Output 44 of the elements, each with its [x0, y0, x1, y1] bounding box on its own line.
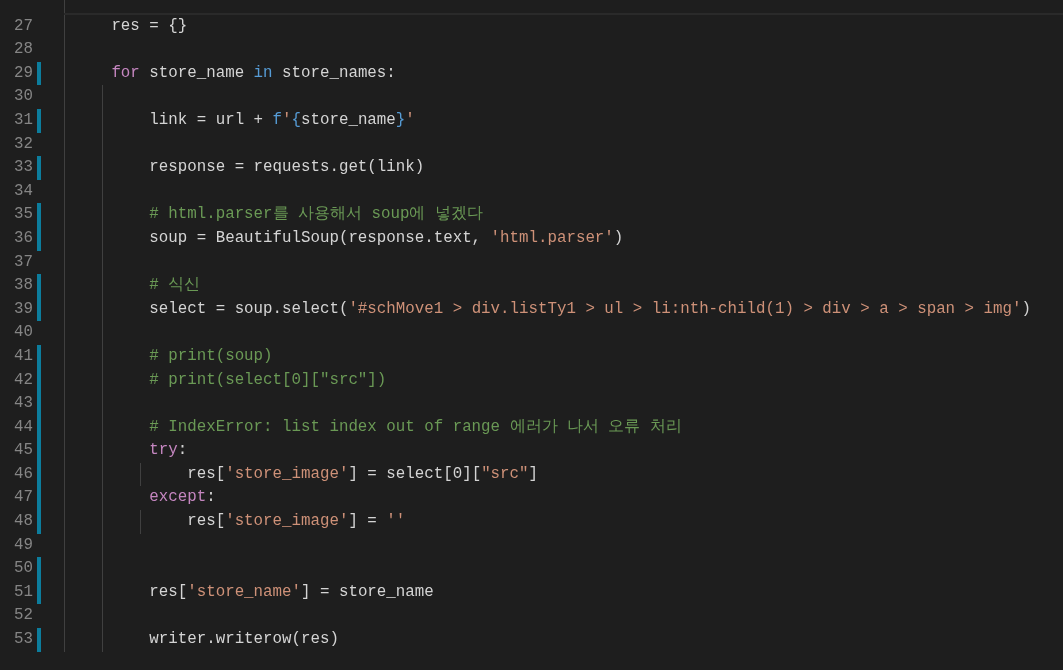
line-number: 47 [14, 488, 33, 507]
line-number: 39 [14, 299, 33, 318]
line-number: 51 [14, 582, 33, 601]
code-line: # print(select[0]["src"]) [149, 370, 387, 389]
line-number: 29 [14, 63, 33, 82]
line-number: 27 [14, 16, 33, 35]
code-line: except: [149, 488, 216, 507]
line-number: 44 [14, 417, 33, 436]
line-number: 31 [14, 110, 33, 129]
code-line: link = url + f'{store_name}' [149, 110, 415, 129]
code-line: select = soup.select('#schMove1 > div.listTy1 > ul > li:nth-child(1) > div > a > span > img') [149, 299, 1031, 318]
code-line: # IndexError: list index out of range 에러가 나서 오류 처리 [149, 417, 682, 436]
line-number: 53 [14, 630, 33, 649]
code-line: res['store_name'] = store_name [149, 582, 434, 601]
line-number: 33 [14, 158, 33, 177]
line-number: 30 [14, 87, 33, 106]
line-number: 35 [14, 205, 33, 224]
line-number: 43 [14, 394, 33, 413]
code-line: res = {} [111, 16, 188, 35]
line-number: 49 [14, 535, 33, 554]
code-line: for store_name in store_names: [111, 63, 396, 82]
code-line: writer.writerow(res) [149, 630, 339, 649]
code-line: # 식신 [149, 276, 201, 295]
line-number: 42 [14, 370, 33, 389]
line-number: 48 [14, 512, 33, 531]
line-number: 52 [14, 606, 33, 625]
line-number: 40 [14, 323, 33, 342]
line-number: 34 [14, 181, 33, 200]
code-line: # print(soup) [149, 346, 273, 365]
code-line: response = requests.get(link) [149, 158, 425, 177]
line-number: 32 [14, 134, 33, 153]
line-number: 41 [14, 346, 33, 365]
code-line: res['store_image'] = '' [187, 512, 406, 531]
code-line: soup = BeautifulSoup(response.text, 'html.parser') [149, 228, 624, 247]
line-number: 50 [14, 559, 33, 578]
line-number: 45 [14, 441, 33, 460]
line-number: 46 [14, 464, 33, 483]
line-number: 36 [14, 228, 33, 247]
code-line: # html.parser를 사용해서 soup에 넣겠다 [149, 205, 483, 224]
code-line: try: [149, 441, 188, 460]
line-number: 37 [14, 252, 33, 271]
code-line: res['store_image'] = select[0]["src"] [187, 464, 538, 483]
line-number: 38 [14, 276, 33, 295]
line-number: 28 [14, 40, 33, 59]
